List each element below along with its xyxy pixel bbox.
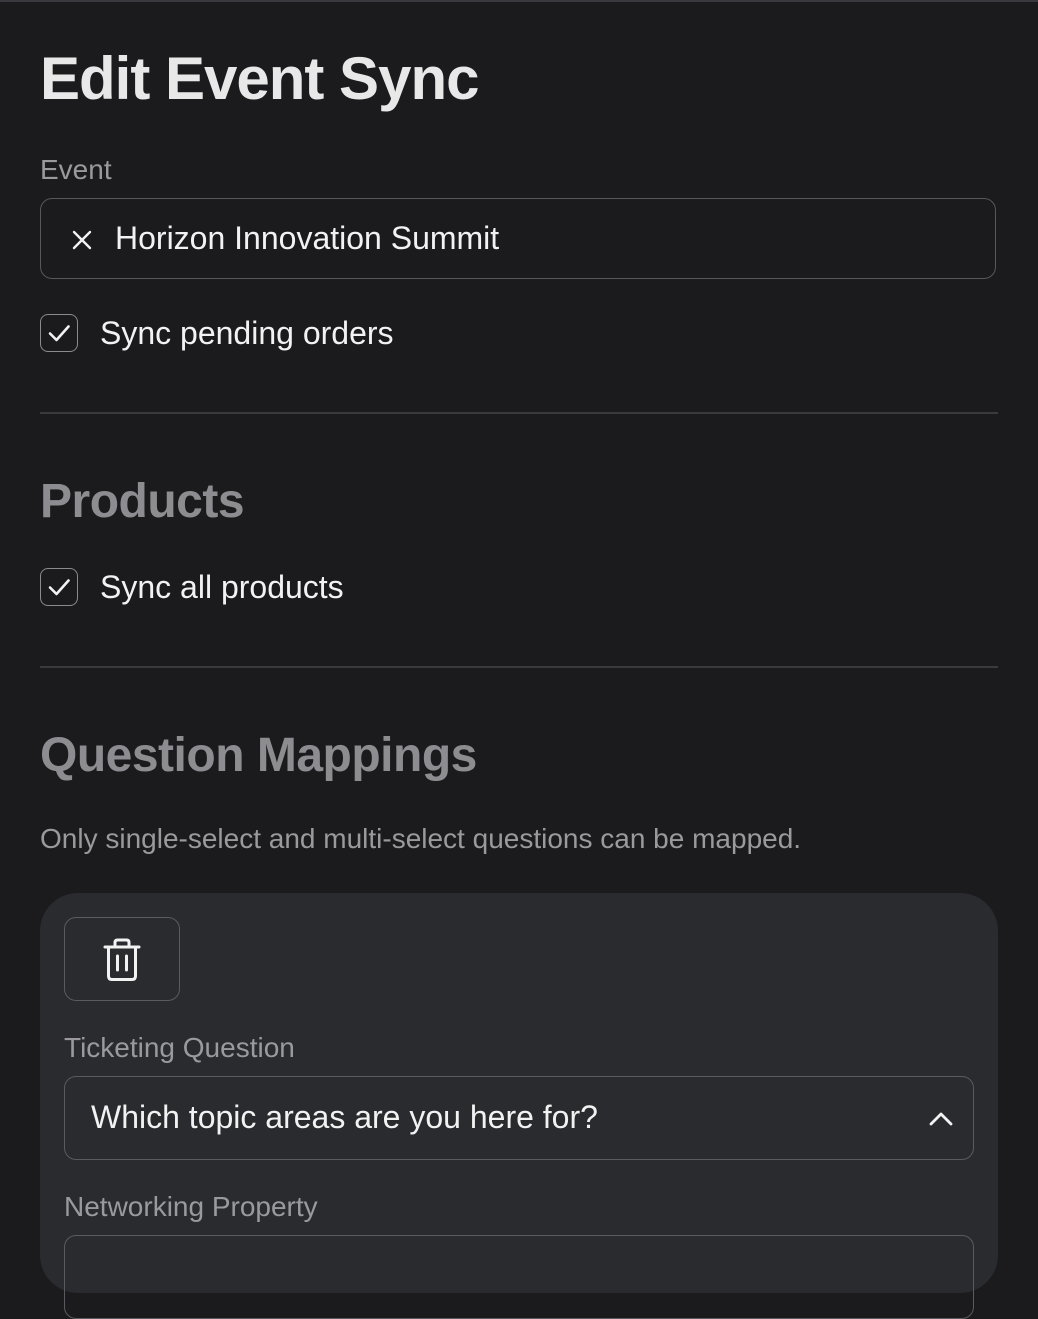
trash-icon xyxy=(103,938,141,981)
page-title: Edit Event Sync xyxy=(40,45,479,112)
question-mappings-title: Question Mappings xyxy=(40,729,477,782)
networking-property-label: Networking Property xyxy=(64,1191,318,1222)
ticketing-question-select[interactable]: Which topic areas are you here for? xyxy=(64,1076,974,1160)
ticketing-question-label: Ticketing Question xyxy=(64,1032,295,1063)
products-title: Products xyxy=(40,475,245,528)
event-selected-value: Horizon Innovation Summit xyxy=(115,220,500,256)
sync-all-products-checkbox[interactable] xyxy=(40,568,78,606)
question-mapping-card: Ticketing Question Which topic areas are… xyxy=(40,893,998,1319)
sync-pending-orders-row[interactable]: Sync pending orders xyxy=(40,314,640,354)
divider xyxy=(40,412,998,414)
delete-mapping-button[interactable] xyxy=(64,917,180,1001)
top-border xyxy=(0,0,1038,2)
ticketing-question-value: Which topic areas are you here for? xyxy=(91,1099,598,1135)
question-mappings-helper: Only single-select and multi-select ques… xyxy=(40,823,802,854)
sync-all-products-row[interactable]: Sync all products xyxy=(40,568,640,608)
sync-pending-orders-checkbox[interactable] xyxy=(40,314,78,352)
event-label: Event xyxy=(40,154,112,185)
sync-pending-orders-label: Sync pending orders xyxy=(100,315,394,351)
close-icon[interactable] xyxy=(70,228,94,252)
checkmark-icon xyxy=(48,325,70,342)
sync-all-products-label: Sync all products xyxy=(100,569,344,605)
chevron-up-icon xyxy=(929,1112,953,1126)
checkmark-icon xyxy=(48,579,70,596)
event-select[interactable]: Horizon Innovation Summit xyxy=(40,198,996,279)
networking-property-select[interactable] xyxy=(64,1235,974,1319)
divider xyxy=(40,666,998,668)
